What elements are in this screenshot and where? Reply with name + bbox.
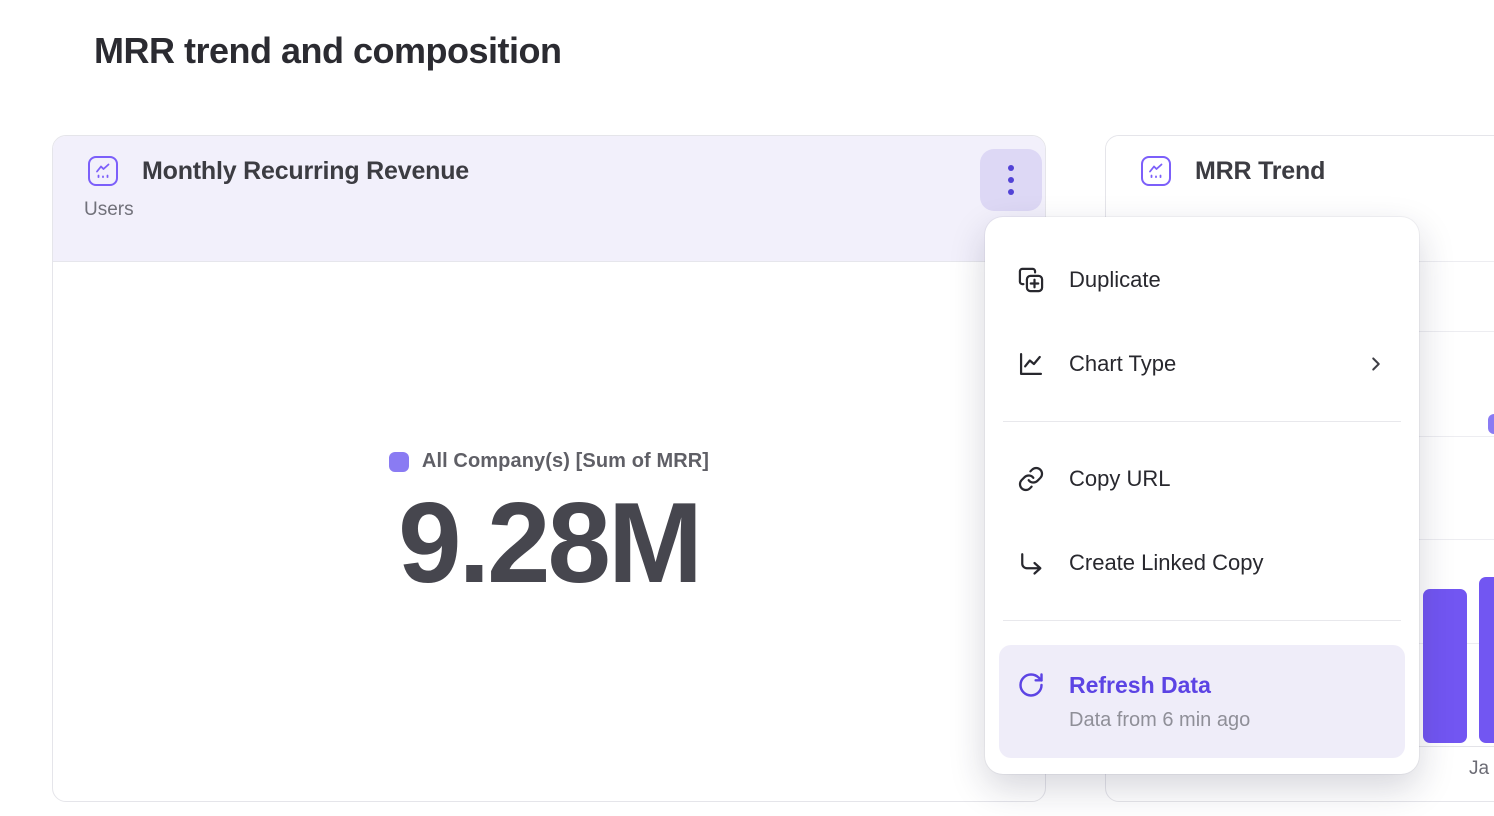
menu-item-copy-url[interactable]: Copy URL: [999, 446, 1405, 512]
menu-divider: [1003, 421, 1401, 422]
menu-item-label: Create Linked Copy: [1069, 550, 1263, 576]
mrr-card-title: Monthly Recurring Revenue: [142, 157, 469, 186]
trend-card-title: MRR Trend: [1195, 157, 1325, 186]
legend-swatch-icon: [389, 452, 409, 472]
refresh-status-text: Data from 6 min ago: [1069, 709, 1250, 732]
bar: [1479, 577, 1494, 743]
menu-item-label: Refresh Data: [1069, 671, 1250, 699]
menu-item-create-linked-copy[interactable]: Create Linked Copy: [999, 530, 1405, 596]
x-tick-january: Ja: [1469, 758, 1489, 780]
menu-item-label: Copy URL: [1069, 466, 1170, 492]
card-options-button[interactable]: [980, 149, 1042, 211]
chart-card-icon: [1141, 156, 1171, 186]
card-options-menu: Duplicate Chart Type Copy URL: [985, 217, 1419, 774]
mrr-card: Monthly Recurring Revenue Users All Comp…: [52, 135, 1046, 802]
mrr-card-header: Monthly Recurring Revenue Users: [53, 136, 1045, 262]
mrr-card-subtitle: Users: [84, 199, 1045, 221]
menu-divider: [1003, 620, 1401, 621]
line-chart-icon: [1017, 350, 1045, 378]
menu-item-label: Duplicate: [1069, 267, 1161, 293]
menu-item-label: Chart Type: [1069, 351, 1176, 377]
menu-item-refresh-data[interactable]: Refresh Data Data from 6 min ago: [999, 645, 1405, 758]
mrr-value: 9.28M: [398, 487, 700, 601]
page-title: MRR trend and composition: [94, 30, 562, 72]
bar: [1423, 589, 1467, 743]
kebab-icon: [1008, 165, 1014, 195]
link-icon: [1017, 465, 1045, 493]
duplicate-icon: [1017, 266, 1045, 294]
corner-down-right-icon: [1017, 549, 1045, 577]
refresh-icon: [1017, 671, 1045, 699]
mrr-card-body: All Company(s) [Sum of MRR] 9.28M: [53, 262, 1045, 801]
trend-legend-swatch-icon: [1488, 414, 1494, 434]
menu-item-chart-type[interactable]: Chart Type: [999, 331, 1405, 397]
mrr-legend: All Company(s) [Sum of MRR]: [389, 450, 709, 473]
chart-card-icon: [88, 156, 118, 186]
legend-label: All Company(s) [Sum of MRR]: [422, 450, 709, 473]
chevron-right-icon: [1365, 353, 1387, 375]
menu-item-duplicate[interactable]: Duplicate: [999, 247, 1405, 313]
